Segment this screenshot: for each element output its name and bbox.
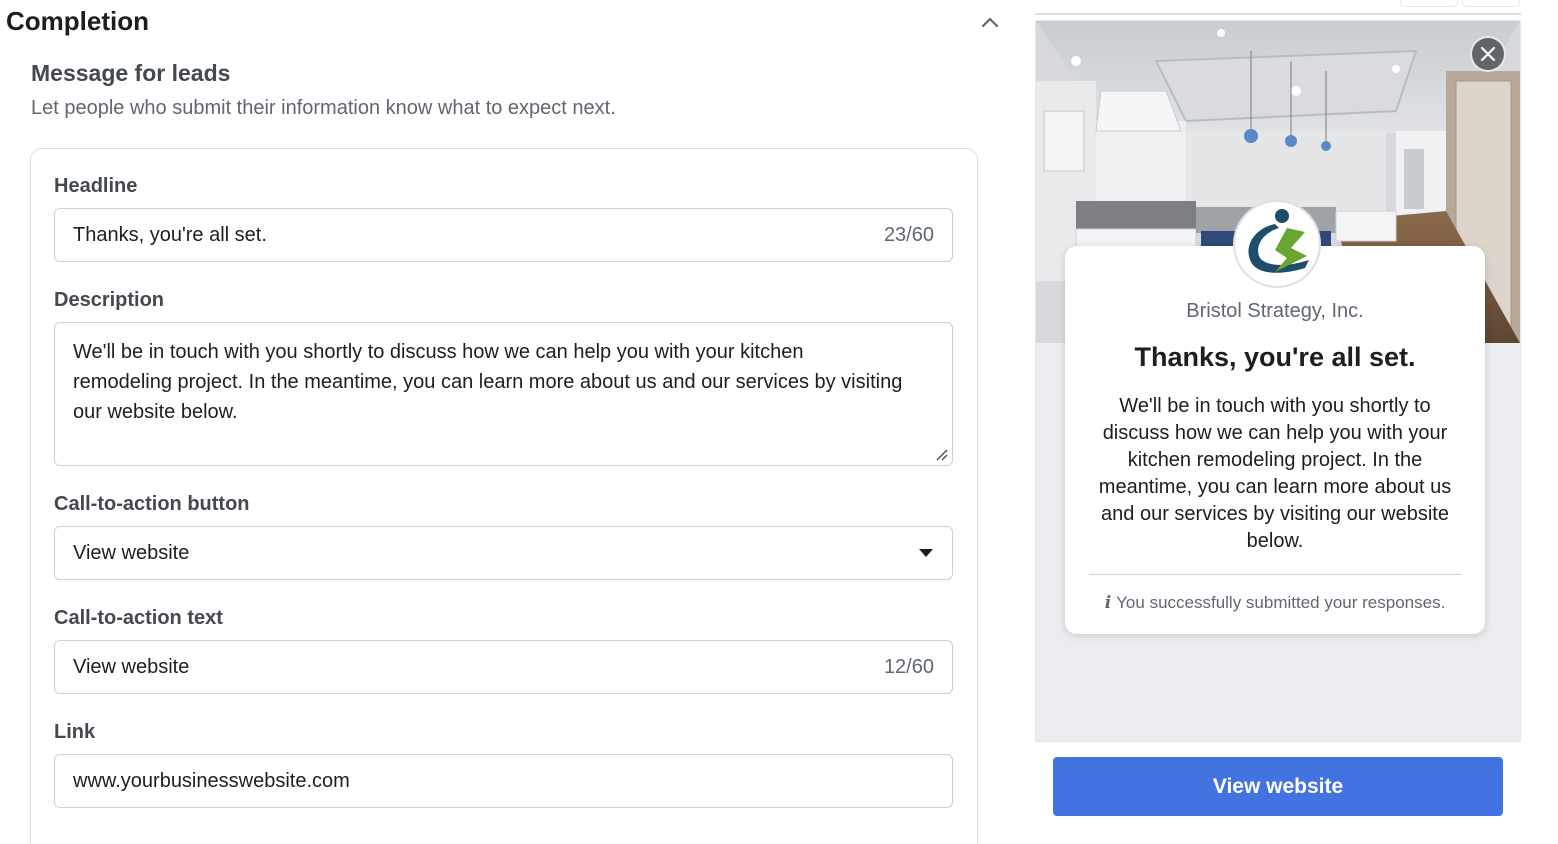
section-title: Completion	[6, 6, 149, 36]
cta-button-label: Call-to-action button	[54, 493, 250, 515]
headline-input[interactable]: Thanks, you're all set. 23/60	[54, 208, 953, 262]
cta-text-char-counter: 12/60	[883, 655, 934, 678]
preview-top-tabs	[1400, 0, 1522, 7]
cta-text-input[interactable]: View website 12/60	[54, 640, 953, 694]
headline-char-counter: 23/60	[883, 223, 934, 246]
message-description: Let people who submit their information …	[31, 97, 616, 119]
cta-text-value: View website	[73, 655, 190, 678]
cta-button-select[interactable]: View website	[54, 526, 953, 580]
collapse-button[interactable]	[978, 10, 1002, 34]
caret-down-icon	[919, 549, 933, 557]
description-label: Description	[54, 289, 165, 311]
headline-label: Headline	[54, 175, 138, 197]
preview-description: We'll be in touch with you shortly to di…	[1098, 395, 1452, 552]
view-website-button[interactable]: View website	[1053, 757, 1503, 816]
submission-notice: i You successfully submitted your respons…	[1065, 593, 1485, 613]
description-value: We'll be in touch with you shortly to di…	[73, 341, 903, 423]
close-icon	[1480, 46, 1496, 62]
close-preview-button[interactable]	[1470, 36, 1506, 72]
company-logo-avatar	[1233, 200, 1321, 288]
link-label: Link	[54, 721, 96, 743]
view-website-button-label: View website	[1212, 774, 1344, 798]
preview-company-name: Bristol Strategy, Inc.	[1186, 300, 1364, 322]
description-textarea[interactable]: We'll be in touch with you shortly to di…	[54, 322, 953, 466]
card-divider	[1089, 574, 1461, 575]
link-input[interactable]: www.yourbusinesswebsite.com	[54, 754, 953, 808]
preview-tab-right[interactable]	[1462, 0, 1520, 7]
info-icon: i	[1104, 593, 1112, 613]
cta-text-label: Call-to-action text	[54, 607, 223, 629]
cta-button-selected: View website	[73, 541, 190, 564]
company-logo-icon	[1248, 209, 1309, 273]
link-value: www.yourbusinesswebsite.com	[73, 769, 350, 792]
submission-notice-text: You successfully submitted your response…	[1116, 593, 1446, 612]
preview-headline: Thanks, you're all set.	[1134, 342, 1416, 372]
preview-divider	[1035, 13, 1521, 15]
message-title: Message for leads	[31, 60, 231, 86]
chevron-up-icon	[981, 17, 999, 28]
preview-tab-left[interactable]	[1400, 0, 1458, 7]
headline-value: Thanks, you're all set.	[73, 223, 267, 246]
resize-handle-icon[interactable]	[933, 446, 949, 462]
